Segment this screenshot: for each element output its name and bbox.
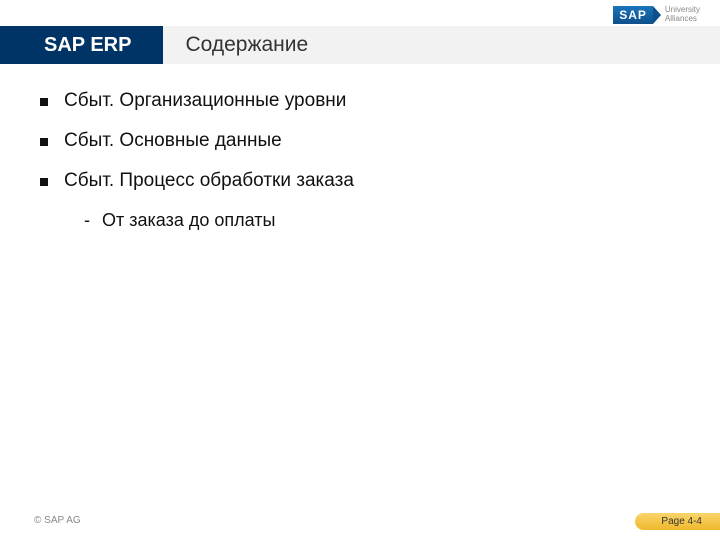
bullet-text: Сбыт. Организационные уровни	[64, 90, 346, 112]
bullet-icon	[40, 178, 48, 186]
sub-bullet-text: От заказа до оплаты	[102, 210, 275, 231]
bullet-icon	[40, 98, 48, 106]
page-title: Содержание	[185, 33, 308, 57]
list-item: Сбыт. Основные данные	[40, 130, 680, 152]
sub-list-item: - От заказа до оплаты	[84, 210, 680, 231]
list-item: Сбыт. Процесс обработки заказа	[40, 170, 680, 192]
bullet-text: Сбыт. Процесс обработки заказа	[64, 170, 354, 192]
title-badge: SAP ERP	[0, 26, 163, 64]
list-item: Сбыт. Организационные уровни	[40, 90, 680, 112]
logo-subtitle: University Alliances	[665, 6, 700, 24]
bullet-text: Сбыт. Основные данные	[64, 130, 282, 152]
footer-page-number: Page 4-4	[635, 513, 720, 530]
header-logo-area: SAP University Alliances	[613, 6, 700, 24]
dash-icon: -	[84, 210, 90, 231]
sap-logo: SAP	[613, 6, 653, 24]
bullet-icon	[40, 138, 48, 146]
content-area: Сбыт. Организационные уровни Сбыт. Основ…	[40, 90, 680, 231]
footer-copyright: © SAP AG	[34, 515, 81, 526]
title-bar: SAP ERP Содержание	[0, 26, 720, 64]
slide: SAP University Alliances SAP ERP Содержа…	[0, 0, 720, 540]
